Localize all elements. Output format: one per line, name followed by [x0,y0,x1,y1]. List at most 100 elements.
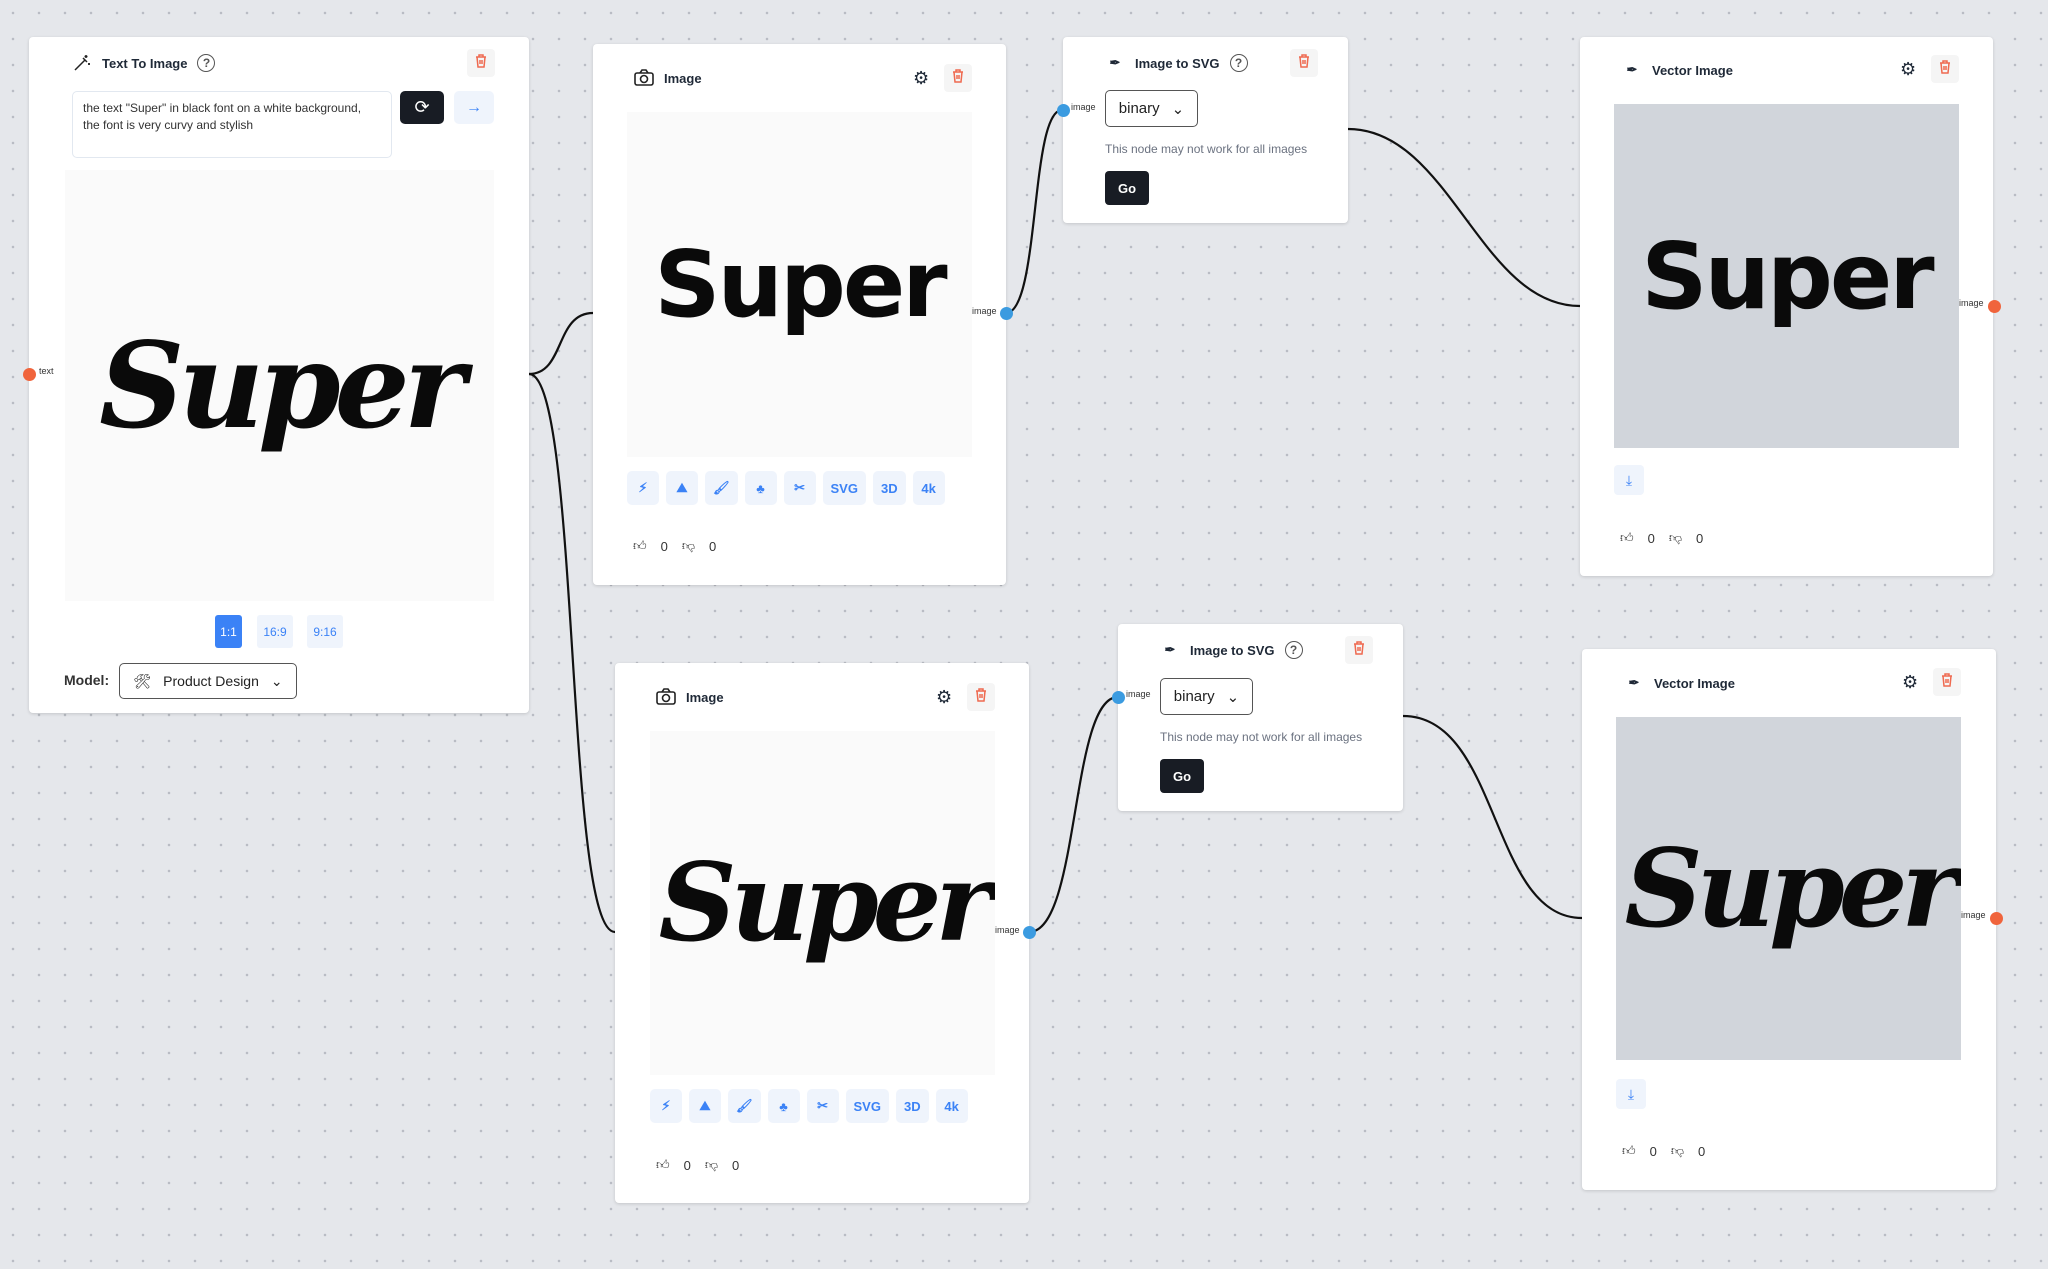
svg-button[interactable]: SVG [845,1089,889,1123]
handle-label: image [1961,910,1986,920]
delete-button[interactable] [467,49,495,77]
help-icon[interactable]: ? [1284,641,1303,659]
trees-icon[interactable]: ♣︎ [744,471,777,505]
mode-value: binary [1173,688,1215,705]
text-to-image-node[interactable]: Text To Image ? the text "Super" in blac… [29,37,529,713]
trash-icon [1939,59,1951,79]
delete-button[interactable] [1931,55,1959,83]
submit-button[interactable]: → [454,91,494,124]
camera-icon [634,68,654,88]
vector-image-node[interactable]: ✒︎ Vector Image ⚙ Super ⤓ 👍︎ 0 👎︎ 0 [1580,37,1993,576]
mode-select[interactable]: binary ⌄ [1160,678,1253,715]
download-button[interactable]: ⤓ [1616,1079,1646,1109]
node-header: Image [656,687,724,707]
node-header: ✒︎ Vector Image [1622,60,1733,80]
trash-icon [952,68,964,88]
like-count: 0 [1649,1143,1657,1159]
gear-icon[interactable]: ⚙ [1900,59,1920,79]
camera-icon [656,687,676,707]
warning-note: This node may not work for all images [1160,730,1363,744]
image-input-handle[interactable] [1056,103,1070,117]
4k-button[interactable]: 4k [912,471,945,505]
paint-brush-icon[interactable]: 🖌︎ [705,471,738,505]
landscape-icon[interactable]: ⛰︎ [666,471,698,505]
go-button[interactable]: Go [1160,759,1204,793]
chevron-down-icon: ⌄ [1226,688,1240,706]
delete-button[interactable] [1933,668,1961,696]
help-icon[interactable]: ? [1229,54,1248,72]
image-content: Super [99,316,466,455]
thumbs-down-icon[interactable]: 👎︎ [705,1157,718,1173]
thumbs-down-icon[interactable]: 👎︎ [682,538,695,554]
vector-preview[interactable]: Super [1614,104,1959,448]
image-content: Super [1641,222,1934,330]
download-button[interactable]: ⤓ [1614,465,1644,495]
paint-brush-icon[interactable]: 🖌︎ [728,1089,761,1123]
image-content: Super [658,840,993,966]
image-tools: ⚡︎ ⛰︎ 🖌︎ ♣︎ ✂︎ SVG 3D 4k [627,471,945,505]
node-header: Text To Image ? [72,53,216,73]
svg-button[interactable]: SVG [822,471,866,505]
landscape-icon[interactable]: ⛰︎ [689,1089,721,1123]
scissors-icon[interactable]: ✂︎ [806,1089,839,1123]
handle-label: image [1126,689,1151,699]
help-icon[interactable]: ? [197,54,216,72]
drill-icon: 🛠 [133,672,152,689]
edge-text-to-image-1 [528,311,594,376]
image-to-svg-node[interactable]: ✒︎ Image to SVG ? binary ⌄ This node may … [1063,37,1348,223]
dislike-count: 0 [1696,530,1704,546]
model-label: Model: [64,672,110,688]
image-to-svg-node[interactable]: ✒︎ Image to SVG ? binary ⌄ This node may … [1118,624,1403,811]
regenerate-button[interactable]: ⟳ [400,91,444,124]
node-title: Image to SVG [1135,55,1220,71]
scissors-icon[interactable]: ✂︎ [783,471,816,505]
delete-button[interactable] [967,683,995,711]
bolt-icon[interactable]: ⚡︎ [650,1089,682,1123]
image-output-handle[interactable] [1987,299,2001,313]
image-output-handle[interactable] [1022,925,1036,939]
image-preview[interactable]: Super [650,731,995,1075]
vector-preview[interactable]: Super [1616,717,1961,1060]
thumbs-up-icon[interactable]: 👍︎ [1620,530,1634,546]
image-output-handle[interactable] [1989,911,2003,925]
vector-image-node[interactable]: ✒︎ Vector Image ⚙ Super ⤓ 👍︎ 0 👎︎ 0 [1582,649,1996,1190]
like-count: 0 [683,1157,691,1173]
trash-icon [975,687,987,707]
delete-button[interactable] [944,64,972,92]
model-select[interactable]: 🛠 Product Design ⌄ [119,663,297,699]
mode-select[interactable]: binary ⌄ [1105,90,1198,127]
image-output-handle[interactable] [999,306,1013,320]
image-preview[interactable]: Super [627,112,972,457]
ratio-1-1[interactable]: 1:1 [215,615,242,648]
gear-icon[interactable]: ⚙ [1902,672,1922,692]
gear-icon[interactable]: ⚙ [913,68,933,88]
gear-icon[interactable]: ⚙ [936,687,956,707]
ratio-16-9[interactable]: 16:9 [257,615,293,648]
thumbs-down-icon[interactable]: 👎︎ [1671,1143,1684,1159]
image-node[interactable]: Image ⚙ Super ⚡︎ ⛰︎ 🖌︎ ♣︎ ✂︎ SVG 3D 4k 👍… [593,44,1006,585]
go-button[interactable]: Go [1105,171,1149,205]
node-title: Image to SVG [1190,642,1275,658]
generated-image[interactable]: Super [65,170,494,601]
prompt-textarea[interactable]: the text "Super" in black font on a whit… [72,91,392,158]
4k-button[interactable]: 4k [935,1089,968,1123]
handle-label: image [1959,298,1984,308]
image-input-handle[interactable] [1111,690,1125,704]
text-input-handle[interactable] [22,367,36,381]
delete-button[interactable] [1290,49,1318,77]
thumbs-down-icon[interactable]: 👎︎ [1669,530,1682,546]
trees-icon[interactable]: ♣︎ [767,1089,800,1123]
delete-button[interactable] [1345,636,1373,664]
thumbs-up-icon[interactable]: 👍︎ [1622,1143,1636,1159]
thumbs-up-icon[interactable]: 👍︎ [656,1157,670,1173]
handle-label: image [995,925,1020,935]
3d-button[interactable]: 3D [895,1089,929,1123]
dislike-count: 0 [1698,1143,1706,1159]
bolt-icon[interactable]: ⚡︎ [627,471,659,505]
thumbs-up-icon[interactable]: 👍︎ [633,538,647,554]
ratio-9-16[interactable]: 9:16 [307,615,343,648]
3d-button[interactable]: 3D [872,471,906,505]
image-node[interactable]: Image ⚙ Super ⚡︎ ⛰︎ 🖌︎ ♣︎ ✂︎ SVG 3D 4k 👍… [615,663,1029,1203]
pen-tool-icon: ✒︎ [1626,62,1638,77]
edge-svg1-to-vector1 [1347,127,1581,308]
